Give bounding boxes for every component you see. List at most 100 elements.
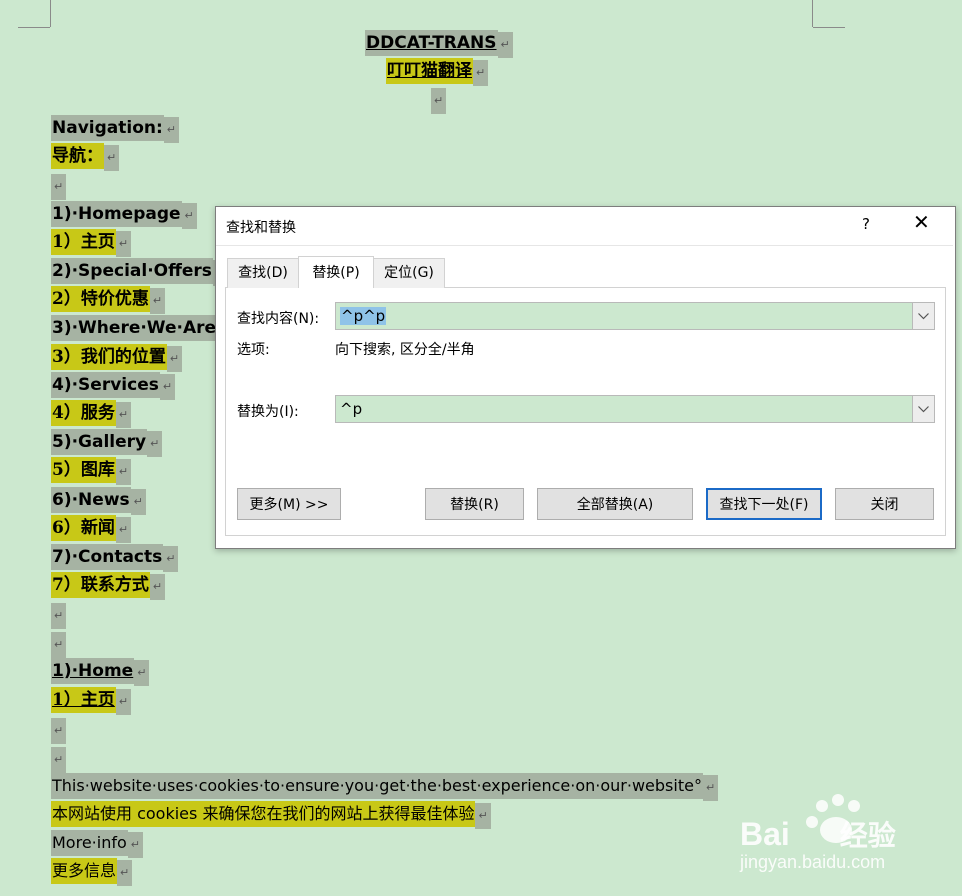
empty-line: ↵: [51, 601, 67, 629]
crop-mark-right-h: [813, 27, 845, 28]
nav-item-en[interactable]: 5)·Gallery ↵: [51, 429, 163, 457]
empty-line: ↵: [431, 86, 447, 114]
empty-line: ↵: [51, 172, 67, 200]
find-dropdown-button[interactable]: [912, 303, 934, 329]
nav-item-zh-text[interactable]: 7）联系方式: [51, 572, 150, 598]
paragraph-mark: ↵: [149, 574, 166, 600]
paragraph-mark: ↵: [163, 546, 179, 572]
watermark-url: jingyan.baidu.com: [740, 852, 886, 872]
nav-item-zh[interactable]: 6）新闻 ↵: [51, 515, 132, 543]
close-button[interactable]: 关闭: [835, 488, 934, 520]
nav-heading-en[interactable]: Navigation:: [51, 115, 164, 141]
tab-find[interactable]: 查找(D): [227, 258, 299, 288]
nav-item-zh-text[interactable]: 3）我们的位置: [51, 344, 167, 370]
more-button[interactable]: 更多(M) >>: [237, 488, 341, 520]
nav-item-zh[interactable]: 7）联系方式 ↵: [51, 572, 166, 600]
nav-item-zh[interactable]: 1）主页 ↵: [51, 229, 132, 257]
close-icon[interactable]: ✕: [913, 212, 930, 232]
nav-item-en-text[interactable]: 4)·Services: [51, 372, 160, 398]
cookie-zh-line[interactable]: 本网站使用 cookies 来确保您在我们的网站上获得最佳体验 ↵: [51, 801, 491, 829]
paragraph-mark: ↵: [115, 402, 132, 428]
find-label: 查找内容(N):: [237, 311, 320, 327]
paragraph-mark: ↵: [51, 632, 67, 658]
nav-item-zh-text[interactable]: 5）图库: [51, 457, 116, 483]
find-next-button[interactable]: 查找下一处(F): [706, 488, 822, 520]
nav-item-zh-text[interactable]: 1）主页: [51, 229, 116, 255]
more-zh[interactable]: 更多信息: [51, 858, 118, 884]
paragraph-mark: ↵: [473, 60, 489, 86]
home-en[interactable]: 1)·Home: [51, 658, 135, 684]
more-zh-line[interactable]: 更多信息 ↵: [51, 858, 133, 886]
find-input-value[interactable]: ^p^p: [340, 307, 387, 325]
paragraph-mark: ↵: [702, 775, 719, 801]
nav-item-zh-text[interactable]: 6）新闻: [51, 515, 116, 541]
nav-item-en-text[interactable]: 7)·Contacts: [51, 544, 164, 570]
replace-button[interactable]: 替换(R): [425, 488, 524, 520]
nav-item-en[interactable]: 7)·Contacts ↵: [51, 544, 179, 572]
cookie-en-line[interactable]: This·website·uses·cookies·to·ensure·you·…: [51, 773, 719, 801]
nav-item-zh[interactable]: 4）服务 ↵: [51, 400, 132, 428]
more-en-line[interactable]: More·info ↵: [51, 830, 143, 858]
cookie-zh[interactable]: 本网站使用 cookies 来确保您在我们的网站上获得最佳体验: [51, 801, 476, 827]
nav-item-zh-text[interactable]: 4）服务: [51, 400, 116, 426]
chevron-down-icon: [918, 401, 929, 417]
paragraph-mark: ↵: [134, 660, 150, 686]
nav-item-en[interactable]: 1)·Homepage ↵: [51, 201, 197, 229]
empty-line: ↵: [51, 630, 67, 658]
nav-item-en[interactable]: 6)·News ↵: [51, 487, 146, 515]
home-zh-line[interactable]: 1）主页 ↵: [51, 687, 132, 715]
doc-title-en-line[interactable]: DDCAT-TRANS ↵: [365, 30, 513, 58]
nav-item-en[interactable]: 2)·Special·Offers↵: [51, 258, 229, 286]
nav-item-zh[interactable]: 2）特价优惠 ↵: [51, 286, 166, 314]
tab-goto[interactable]: 定位(G): [373, 258, 445, 288]
replace-label: 替换为(I):: [237, 404, 299, 420]
paragraph-mark: ↵: [51, 747, 67, 773]
nav-item-zh[interactable]: 5）图库 ↵: [51, 457, 132, 485]
nav-item-en-text[interactable]: 1)·Homepage: [51, 201, 182, 227]
help-button[interactable]: ?: [862, 215, 870, 233]
paragraph-mark: ↵: [117, 860, 133, 886]
cookie-en[interactable]: This·website·uses·cookies·to·ensure·you·…: [51, 773, 703, 799]
doc-title-zh[interactable]: 叮叮猫翻译: [386, 58, 473, 84]
nav-heading-en-line[interactable]: Navigation: ↵: [51, 115, 180, 143]
nav-heading-zh-line[interactable]: 导航： ↵: [51, 143, 120, 171]
replace-input[interactable]: ^p: [335, 395, 935, 423]
dialog-title: 查找和替换: [226, 220, 296, 236]
replace-input-value[interactable]: ^p: [340, 400, 362, 418]
crop-mark-left-h: [18, 27, 50, 28]
watermark-brand-text: Bai: [740, 816, 790, 852]
home-zh[interactable]: 1）主页: [51, 687, 116, 713]
paragraph-mark: ↵: [181, 203, 197, 229]
nav-heading-zh[interactable]: 导航：: [51, 143, 104, 169]
paragraph-mark: ↵: [51, 174, 67, 200]
nav-item-en[interactable]: 3)·Where·We·Are↵: [51, 315, 233, 343]
options-value: 向下搜索, 区分全/半角: [335, 342, 475, 358]
paragraph-mark: ↵: [163, 117, 180, 143]
paragraph-mark: ↵: [475, 803, 491, 829]
crop-mark-left-v: [50, 0, 51, 27]
home-en-line[interactable]: 1)·Home ↵: [51, 658, 150, 686]
nav-item-zh-text[interactable]: 2）特价优惠: [51, 286, 150, 312]
replace-dropdown-button[interactable]: [912, 396, 934, 422]
nav-item-en[interactable]: 4)·Services ↵: [51, 372, 176, 400]
doc-title-zh-line[interactable]: 叮叮猫翻译 ↵: [386, 58, 489, 86]
paragraph-mark: ↵: [104, 145, 120, 171]
watermark-brand: Bai 经验: [740, 814, 896, 854]
paragraph-mark: ↵: [115, 231, 132, 257]
paragraph-mark: ↵: [166, 346, 183, 372]
paragraph-mark: ↵: [51, 603, 67, 629]
doc-title-en[interactable]: DDCAT-TRANS: [365, 30, 498, 56]
crop-mark-right-v: [812, 0, 813, 27]
paragraph-mark: ↵: [115, 689, 132, 715]
nav-item-en-text[interactable]: 3)·Where·We·Are: [51, 315, 218, 341]
find-input[interactable]: ^p^p: [335, 302, 935, 330]
tab-replace[interactable]: 替换(P): [298, 256, 374, 288]
more-en[interactable]: More·info: [51, 830, 128, 856]
paragraph-mark: ↵: [127, 832, 143, 858]
replace-all-button[interactable]: 全部替换(A): [537, 488, 693, 520]
nav-item-en-text[interactable]: 2)·Special·Offers: [51, 258, 213, 284]
nav-item-zh[interactable]: 3）我们的位置 ↵: [51, 344, 183, 372]
paragraph-mark: ↵: [115, 459, 132, 485]
nav-item-en-text[interactable]: 6)·News: [51, 487, 131, 513]
nav-item-en-text[interactable]: 5)·Gallery: [51, 429, 148, 455]
